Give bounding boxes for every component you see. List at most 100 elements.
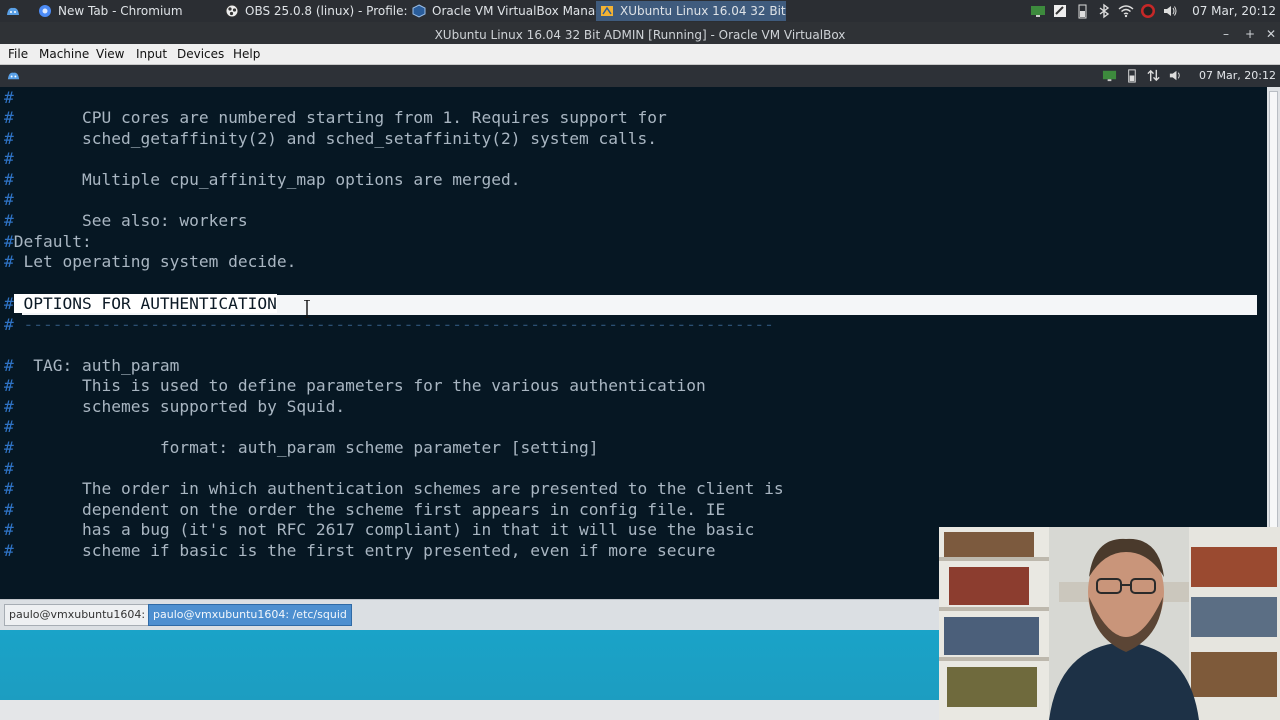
obs-icon <box>225 4 239 18</box>
comment-hash: # <box>4 459 14 478</box>
line-text: See also: workers <box>13 211 248 230</box>
terminal-line: # <box>4 417 14 437</box>
menu-input[interactable]: Input <box>136 44 167 64</box>
monitor-icon[interactable] <box>1102 68 1117 83</box>
virtualbox-icon <box>412 4 426 18</box>
comment-hash: # <box>4 376 14 395</box>
line-text: Default: <box>13 232 92 251</box>
line-text: scheme if basic is the first entry prese… <box>13 541 716 560</box>
webcam-overlay <box>939 527 1280 720</box>
comment-hash: # <box>4 315 14 334</box>
comment-hash: # <box>4 232 14 251</box>
comment-hash: # <box>4 129 14 148</box>
line-text: The order in which authentication scheme… <box>13 479 784 498</box>
terminal-line: # CPU cores are numbered starting from 1… <box>4 108 667 128</box>
monitor-icon[interactable] <box>1030 3 1046 19</box>
terminal-line: # This is used to define parameters for … <box>4 376 706 396</box>
comment-hash: # <box>4 190 14 209</box>
terminal-line: # <box>4 149 14 169</box>
comment-hash: # <box>4 211 14 230</box>
volume-icon[interactable] <box>1162 3 1178 19</box>
line-text: ----------------------------------------… <box>13 315 774 334</box>
comment-hash: # <box>4 88 14 107</box>
line-text: TAG: auth_param <box>13 356 180 375</box>
line-text: Let operating system decide. <box>13 252 297 271</box>
webcam-image <box>939 527 1280 720</box>
notes-icon[interactable] <box>1052 3 1068 19</box>
line-text: CPU cores are numbered starting from 1. … <box>13 108 667 127</box>
wifi-icon[interactable] <box>1118 3 1134 19</box>
taskbar-button-terminal-squid[interactable]: paulo@vmxubuntu1604: /etc/squid <box>148 604 352 626</box>
volume-icon[interactable] <box>1168 68 1183 83</box>
network-icon[interactable] <box>1146 68 1161 83</box>
line-text: dependent on the order the scheme first … <box>13 500 726 519</box>
terminal-line: # has a bug (it's not RFC 2617 compliant… <box>4 520 754 540</box>
task-xubuntu-vm[interactable]: XUbuntu Linux 16.04 32 Bit A... <box>596 1 786 21</box>
task-label: OBS 25.0.8 (linux) - Profile: U... <box>245 4 409 18</box>
task-chromium[interactable]: New Tab - Chromium <box>34 1 218 21</box>
terminal-line: # Let operating system decide. <box>4 252 296 272</box>
task-label: New Tab - Chromium <box>58 4 183 18</box>
comment-hash: # <box>4 356 14 375</box>
battery-icon[interactable] <box>1124 68 1139 83</box>
menu-view[interactable]: View <box>96 44 124 64</box>
comment-hash: # <box>4 252 14 271</box>
terminal-line: # --------------------------------------… <box>4 315 774 335</box>
comment-hash: # <box>4 417 14 436</box>
terminal-window[interactable]: # # CPU cores are numbered starting from … <box>0 87 1267 599</box>
scrollbar-thumb[interactable] <box>1269 91 1278 591</box>
terminal-scrollbar[interactable] <box>1267 87 1280 599</box>
taskbar-label: paulo@vmxubuntu1604: / <box>9 608 153 621</box>
guest-clock[interactable]: 07 Mar, 20:12 <box>1199 65 1276 87</box>
terminal-line: # Multiple cpu_affinity_map options are … <box>4 170 521 190</box>
comment-hash: # <box>4 294 14 313</box>
battery-icon[interactable] <box>1074 3 1090 19</box>
line-text: sched_getaffinity(2) and sched_setaffini… <box>13 129 657 148</box>
terminal-line: # <box>4 459 14 479</box>
comment-hash: # <box>4 170 14 189</box>
bluetooth-icon[interactable] <box>1096 3 1112 19</box>
xfce-menu-icon[interactable] <box>6 68 21 83</box>
menu-devices[interactable]: Devices <box>177 44 224 64</box>
maximize-icon[interactable]: + <box>1245 27 1255 41</box>
terminal-line: # OPTIONS FOR AUTHENTICATION <box>4 294 277 314</box>
line-text: format: auth_param scheme parameter [set… <box>13 438 599 457</box>
menu-machine[interactable]: Machine <box>39 44 89 64</box>
comment-hash: # <box>4 541 14 560</box>
comment-hash: # <box>4 438 14 457</box>
line-text: Multiple cpu_affinity_map options are me… <box>13 170 521 189</box>
terminal-line: # The order in which authentication sche… <box>4 479 784 499</box>
menu-help[interactable]: Help <box>233 44 260 64</box>
obs-tray-icon[interactable] <box>1140 3 1156 19</box>
terminal-line: # sched_getaffinity(2) and sched_setaffi… <box>4 129 657 149</box>
text-cursor-icon <box>304 300 310 318</box>
line-text: This is used to define parameters for th… <box>13 376 706 395</box>
host-clock[interactable]: 07 Mar, 20:12 <box>1192 0 1276 22</box>
highlighted-text: OPTIONS FOR AUTHENTICATION <box>13 294 277 313</box>
taskbar-label: paulo@vmxubuntu1604: /etc/squid <box>153 608 347 621</box>
chromium-icon <box>39 5 51 17</box>
menu-bar: File Machine View Input Devices Help <box>0 44 1280 65</box>
terminal-line: # schemes supported by Squid. <box>4 397 345 417</box>
menu-file[interactable]: File <box>8 44 28 64</box>
vm-window-title: XUbuntu Linux 16.04 32 Bit ADMIN [Runnin… <box>0 22 1280 44</box>
task-label: XUbuntu Linux 16.04 32 Bit A... <box>620 4 786 18</box>
comment-hash: # <box>4 479 14 498</box>
comment-hash: # <box>4 108 14 127</box>
xfce-menu-icon[interactable] <box>5 3 21 19</box>
task-virtualbox-manager[interactable]: Oracle VM VirtualBox Manag... <box>408 1 598 21</box>
terminal-line: # <box>4 190 14 210</box>
terminal-line: # TAG: auth_param <box>4 356 179 376</box>
virtualbox-vm-icon <box>601 6 613 16</box>
comment-hash: # <box>4 500 14 519</box>
minimize-icon[interactable]: – <box>1223 27 1229 41</box>
taskbar-button-terminal-root[interactable]: paulo@vmxubuntu1604: / <box>4 604 158 626</box>
system-tray <box>1024 3 1178 19</box>
terminal-line: # <box>4 88 14 108</box>
task-label: Oracle VM VirtualBox Manag... <box>432 4 598 18</box>
host-top-panel: New Tab - Chromium OBS 25.0.8 (linux) - … <box>0 0 1280 22</box>
close-icon[interactable]: ✕ <box>1266 27 1276 41</box>
line-text: has a bug (it's not RFC 2617 compliant) … <box>13 520 755 539</box>
comment-hash: # <box>4 397 14 416</box>
task-obs[interactable]: OBS 25.0.8 (linux) - Profile: U... <box>221 1 409 21</box>
